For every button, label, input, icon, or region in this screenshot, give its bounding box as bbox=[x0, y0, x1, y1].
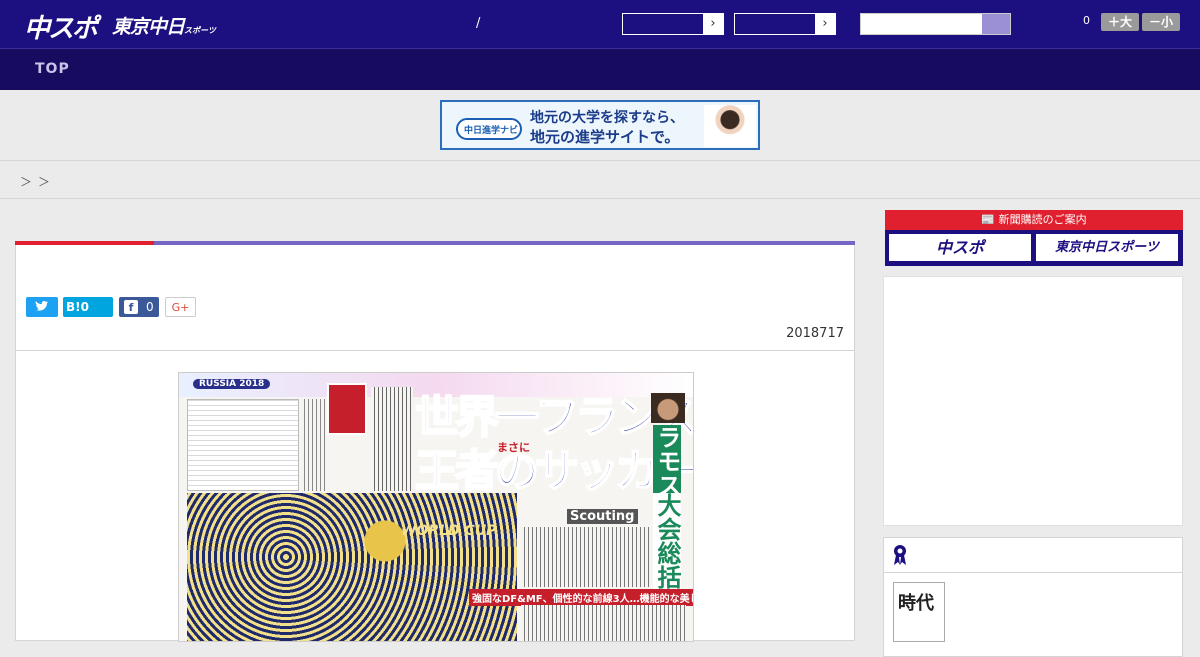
thumbnail-text: 時代 bbox=[898, 593, 934, 614]
ramos-photo bbox=[651, 393, 685, 423]
subscribe-chuspo-button[interactable]: 中スポ bbox=[889, 234, 1031, 261]
worldcup-logo-box bbox=[327, 383, 367, 435]
ranking-header bbox=[884, 538, 1182, 573]
side-label-summary: 大会総括 bbox=[653, 493, 681, 589]
ranking-panel: 時代 bbox=[883, 537, 1183, 657]
google-plus-button[interactable]: G+ bbox=[165, 297, 196, 317]
logo-text: 東京中日 bbox=[112, 16, 185, 38]
column-text bbox=[521, 605, 686, 641]
divider bbox=[16, 350, 854, 351]
subscribe-banner-title[interactable]: 📰 新聞購読のご案内 bbox=[885, 210, 1183, 230]
ad-badge: 中日進学ナビ bbox=[456, 118, 522, 140]
site-header: 中スポ 東京中日スポーツ / › › 0 ＋大 －小 bbox=[0, 0, 1200, 49]
ribbon-award-icon bbox=[894, 545, 906, 565]
article-container: B!0 f 0 G+ 2018717 RUSSIA 2018 世界一フランス ま… bbox=[15, 241, 855, 642]
column-text bbox=[371, 387, 413, 491]
newspaper-icon: 📰 bbox=[981, 213, 996, 226]
header-count: 0 bbox=[1083, 14, 1090, 27]
ad-line-2: 地元の進学サイトで。 bbox=[530, 128, 680, 146]
subscribe-title: 新聞購読のご案内 bbox=[998, 213, 1087, 226]
header-separator: / bbox=[476, 16, 481, 31]
search-input[interactable] bbox=[860, 13, 1011, 35]
subscribe-tokyo-chunichi-button[interactable]: 東京中日スポーツ bbox=[1036, 234, 1178, 261]
twitter-icon bbox=[35, 300, 48, 311]
ad-line-1: 地元の大学を探すなら、 bbox=[530, 110, 684, 126]
ranking-thumbnail[interactable]: 時代 bbox=[893, 582, 945, 642]
column-text bbox=[521, 527, 651, 587]
article-accent-red bbox=[15, 241, 154, 245]
search-button[interactable] bbox=[982, 14, 1010, 34]
facebook-count: 0 bbox=[146, 300, 154, 314]
subhead: 強固なDF&MF、個性的な前線3人…機能的な美しさ bbox=[469, 589, 693, 606]
celebration-photo bbox=[187, 493, 517, 641]
scouting-label: Scouting bbox=[567, 509, 638, 524]
font-smaller-button[interactable]: －小 bbox=[1142, 13, 1180, 31]
logo-tokyo-chunichi[interactable]: 東京中日スポーツ bbox=[112, 12, 216, 39]
select-dropdown-1[interactable]: › bbox=[622, 13, 724, 35]
logo-sub: スポーツ bbox=[184, 26, 216, 35]
ad-badge-text: 中日進学ナビ bbox=[464, 126, 519, 136]
side-label-ramos: ラモス bbox=[653, 425, 681, 497]
chevron-right-icon[interactable]: › bbox=[703, 14, 723, 34]
column-text bbox=[301, 399, 325, 491]
subscribe-links: 中スポ 東京中日スポーツ bbox=[885, 230, 1183, 266]
breadcrumb-separator: ＞ bbox=[20, 175, 33, 189]
breadcrumb-separator: ＞ bbox=[38, 175, 51, 189]
sidebar-ad-slot bbox=[883, 276, 1183, 526]
logo-chuspo[interactable]: 中スポ bbox=[24, 8, 98, 45]
twitter-share-button[interactable] bbox=[26, 297, 58, 317]
ad-banner[interactable]: 中日進学ナビ 地元の大学を探すなら、 地元の進学サイトで。 bbox=[440, 100, 760, 150]
results-table bbox=[187, 399, 299, 491]
hatena-bookmark-button[interactable]: B!0 bbox=[63, 297, 113, 317]
trophy-text: WORLD CUP bbox=[401, 523, 497, 539]
article-accent-purple bbox=[154, 241, 855, 245]
font-larger-button[interactable]: ＋大 bbox=[1101, 13, 1139, 31]
newspaper-front-page-image[interactable]: RUSSIA 2018 世界一フランス まさに 王者のサッカー ラモス 大会総括… bbox=[178, 372, 694, 642]
article-date: 2018717 bbox=[786, 326, 844, 341]
event-label: RUSSIA 2018 bbox=[193, 379, 271, 389]
select-dropdown-2[interactable]: › bbox=[734, 13, 836, 35]
facebook-icon: f bbox=[124, 300, 138, 314]
breadcrumb: ＞ ＞ bbox=[0, 160, 1200, 199]
main-nav: TOP bbox=[0, 49, 1200, 90]
facebook-share-button[interactable]: f 0 bbox=[119, 297, 159, 317]
chevron-right-icon[interactable]: › bbox=[815, 14, 835, 34]
ad-person-image bbox=[704, 105, 756, 147]
nav-item-top[interactable]: TOP bbox=[35, 61, 70, 77]
